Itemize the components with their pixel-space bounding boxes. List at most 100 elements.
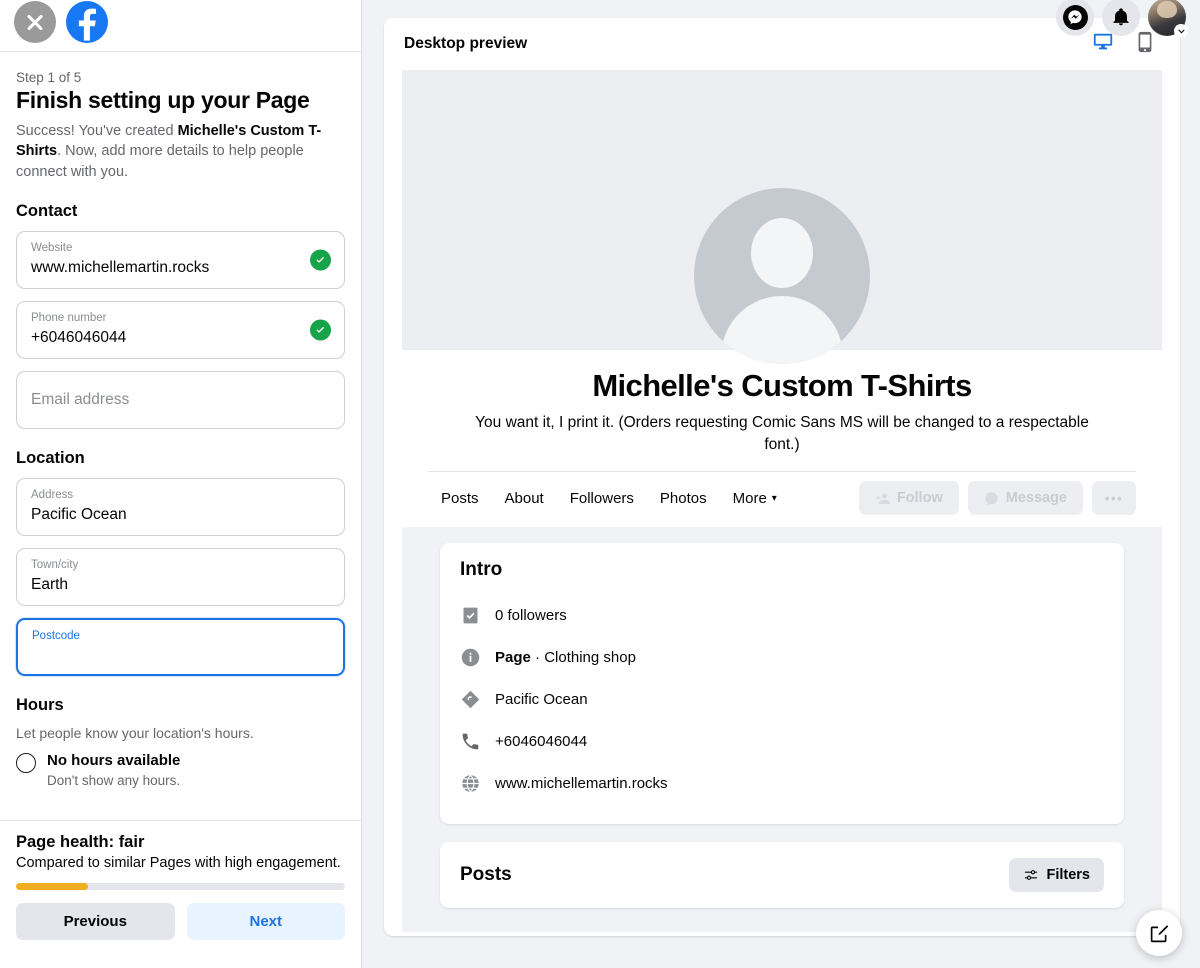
page-health-bar bbox=[16, 883, 345, 891]
tab-more-label: More bbox=[732, 489, 767, 507]
tab-photos-label: Photos bbox=[659, 489, 707, 507]
phone-label: Phone number bbox=[31, 312, 107, 325]
tab-about[interactable]: About bbox=[492, 483, 557, 514]
page-health-desc: Compared to similar Pages with high enga… bbox=[16, 855, 341, 871]
posts-title: Posts bbox=[460, 864, 512, 886]
messenger-icon bbox=[984, 492, 998, 506]
preview-area: Desktop preview Michelle's Custom T-Shir… bbox=[362, 0, 1200, 968]
follow-label: Follow bbox=[896, 490, 943, 507]
filters-label: Filters bbox=[1046, 867, 1090, 884]
filters-button[interactable]: Filters bbox=[1009, 858, 1104, 893]
location-pin-icon bbox=[460, 689, 481, 710]
location-text: Pacific Ocean bbox=[495, 690, 588, 708]
intro-title: Intro bbox=[460, 559, 503, 581]
sidebar-topbar bbox=[0, 0, 361, 52]
message-button[interactable]: Message bbox=[967, 481, 1083, 516]
email-field[interactable]: Email address bbox=[16, 371, 345, 430]
hours-heading: Hours bbox=[16, 696, 64, 715]
tab-posts-label: Posts bbox=[441, 489, 479, 507]
phone-icon bbox=[460, 731, 481, 752]
page-tagline: You want it, I print it. (Orders request… bbox=[475, 414, 1089, 453]
website-valid-icon bbox=[310, 249, 331, 271]
follow-button[interactable]: Follow bbox=[858, 481, 959, 516]
no-hours-label: No hours available bbox=[47, 752, 181, 770]
no-hours-sublabel: Don't show any hours. bbox=[47, 772, 181, 788]
phone-field[interactable]: Phone number +6046046044 bbox=[16, 301, 345, 360]
city-label: Town/city bbox=[31, 559, 79, 572]
preview-content: Intro 0 followers Page · Clothing shop P… bbox=[402, 527, 1162, 909]
compose-icon[interactable] bbox=[1136, 910, 1182, 956]
category-bold: Page bbox=[495, 648, 531, 666]
city-value: Earth bbox=[31, 576, 69, 594]
next-button[interactable]: Next bbox=[186, 903, 345, 941]
intro-card: Intro 0 followers Page · Clothing shop P… bbox=[440, 543, 1124, 825]
intro-row-category: Page · Clothing shop bbox=[460, 636, 1104, 678]
chevron-down-icon[interactable] bbox=[1174, 24, 1188, 38]
location-heading: Location bbox=[16, 449, 85, 468]
tab-followers[interactable]: Followers bbox=[557, 483, 647, 514]
messenger-icon[interactable] bbox=[1056, 0, 1094, 36]
city-field[interactable]: Town/city Earth bbox=[16, 548, 345, 607]
page-profile-picture[interactable] bbox=[694, 188, 870, 364]
address-label: Address bbox=[31, 489, 74, 502]
phone-valid-icon bbox=[310, 319, 331, 341]
globe-icon bbox=[460, 773, 481, 794]
website-label: Website bbox=[31, 242, 73, 255]
preview-card: Desktop preview Michelle's Custom T-Shir… bbox=[384, 18, 1180, 936]
intro-row-location: Pacific Ocean bbox=[460, 678, 1104, 720]
page-header-card: Michelle's Custom T-Shirts You want it, … bbox=[402, 350, 1162, 528]
phone-text: +6046046044 bbox=[495, 732, 588, 750]
avatar-body-shape bbox=[721, 296, 843, 364]
cover-photo[interactable] bbox=[402, 70, 1162, 364]
avatar-head-shape bbox=[751, 218, 813, 288]
step-indicator: Step 1 of 5 bbox=[16, 70, 82, 85]
website-field[interactable]: Website www.michellemartin.rocks bbox=[16, 231, 345, 290]
followers-badge-icon bbox=[460, 605, 481, 626]
email-placeholder: Email address bbox=[31, 391, 130, 409]
postcode-label: Postcode bbox=[32, 630, 80, 643]
postcode-field[interactable]: Postcode bbox=[16, 618, 345, 677]
more-options-button[interactable]: ••• bbox=[1092, 481, 1136, 516]
global-top-icons bbox=[1056, 0, 1188, 38]
page-tabs: Posts About Followers Photos More ▾ Foll… bbox=[428, 471, 1136, 527]
tab-about-label: About bbox=[504, 489, 544, 507]
facebook-logo[interactable] bbox=[66, 0, 108, 43]
no-hours-option[interactable]: No hours available Don't show any hours. bbox=[16, 751, 345, 788]
tab-more[interactable]: More ▾ bbox=[720, 483, 790, 514]
info-circle-icon bbox=[460, 647, 481, 668]
tab-posts[interactable]: Posts bbox=[428, 483, 492, 514]
intro-row-website: www.michellemartin.rocks bbox=[460, 762, 1104, 804]
page-name: Michelle's Custom T-Shirts bbox=[592, 368, 972, 403]
follow-person-icon bbox=[875, 493, 890, 504]
category-text: Page · Clothing shop bbox=[495, 649, 636, 666]
sidebar-footer: Page health: fair Compared to similar Pa… bbox=[0, 820, 361, 968]
setup-sidebar: Step 1 of 5 Finish setting up your Page … bbox=[0, 0, 362, 968]
followers-text: 0 followers bbox=[495, 606, 567, 624]
page-health-fill bbox=[16, 883, 89, 891]
website-value: www.michellemartin.rocks bbox=[31, 259, 210, 277]
sidebar-content: Step 1 of 5 Finish setting up your Page … bbox=[0, 52, 361, 820]
address-field[interactable]: Address Pacific Ocean bbox=[16, 478, 345, 537]
sliders-icon bbox=[1025, 870, 1038, 881]
website-text: www.michellemartin.rocks bbox=[495, 774, 668, 792]
message-label: Message bbox=[1005, 490, 1067, 507]
intro-row-followers: 0 followers bbox=[460, 594, 1104, 636]
address-value: Pacific Ocean bbox=[31, 506, 127, 524]
wizard-buttons: Previous Next bbox=[16, 903, 345, 941]
phone-value: +6046046044 bbox=[31, 329, 127, 347]
intro-row-phone: +6046046044 bbox=[460, 720, 1104, 762]
user-avatar[interactable] bbox=[1148, 0, 1188, 38]
bell-icon[interactable] bbox=[1102, 0, 1140, 36]
page-setup-screen: Step 1 of 5 Finish setting up your Page … bbox=[0, 0, 1200, 968]
tab-followers-label: Followers bbox=[569, 489, 634, 507]
previous-button[interactable]: Previous bbox=[16, 903, 175, 941]
page-title: Finish setting up your Page bbox=[16, 87, 310, 113]
tab-photos[interactable]: Photos bbox=[647, 483, 720, 514]
hours-subtitle: Let people know your location's hours. bbox=[16, 725, 254, 742]
close-icon[interactable] bbox=[14, 0, 56, 43]
chevron-down-icon: ▾ bbox=[771, 492, 777, 504]
radio-button[interactable] bbox=[16, 753, 36, 774]
preview-body: Michelle's Custom T-Shirts You want it, … bbox=[402, 70, 1162, 932]
desc-prefix: Success! You've created bbox=[16, 122, 178, 139]
preview-header-title: Desktop preview bbox=[404, 35, 528, 52]
